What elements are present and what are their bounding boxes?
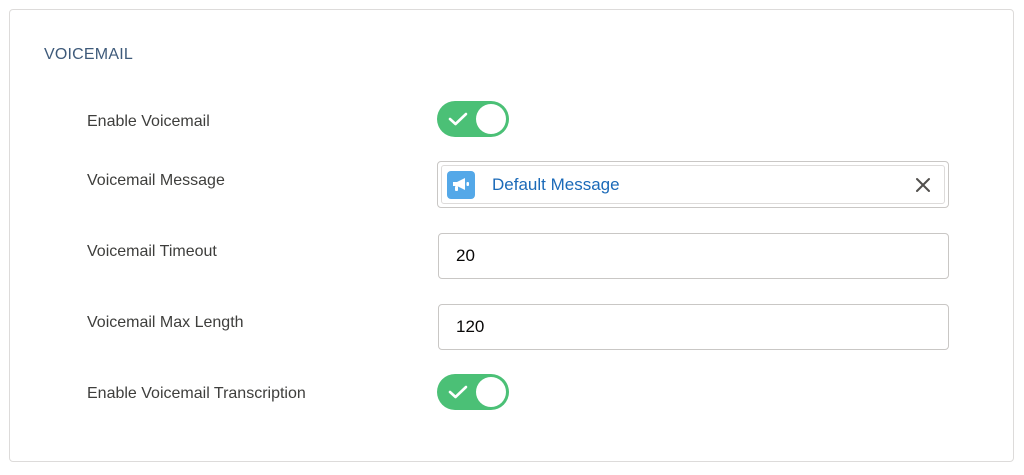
checkmark-icon <box>448 112 468 126</box>
enable-transcription-label: Enable Voicemail Transcription <box>87 385 306 402</box>
section-title: VOICEMAIL <box>44 46 133 63</box>
close-icon[interactable] <box>914 176 932 194</box>
enable-transcription-toggle[interactable] <box>437 374 509 410</box>
selected-message-link[interactable]: Default Message <box>492 175 620 195</box>
voicemail-timeout-field-wrapper <box>438 233 949 279</box>
megaphone-icon <box>447 171 475 199</box>
voicemail-timeout-label: Voicemail Timeout <box>87 243 217 260</box>
enable-voicemail-label: Enable Voicemail <box>87 113 210 130</box>
voicemail-max-length-input[interactable] <box>439 305 948 349</box>
voicemail-settings-card: VOICEMAIL Enable Voicemail Voicemail Mes… <box>9 9 1014 462</box>
selected-message-pill[interactable]: Default Message <box>441 165 945 204</box>
voicemail-max-length-label: Voicemail Max Length <box>87 314 244 331</box>
voicemail-max-length-field-wrapper <box>438 304 949 350</box>
enable-voicemail-toggle[interactable] <box>437 101 509 137</box>
voicemail-timeout-input[interactable] <box>439 234 948 278</box>
voicemail-message-label: Voicemail Message <box>87 172 225 189</box>
toggle-knob <box>476 377 506 407</box>
checkmark-icon <box>448 385 468 399</box>
voicemail-message-lookup[interactable]: Default Message <box>437 161 949 208</box>
toggle-knob <box>476 104 506 134</box>
